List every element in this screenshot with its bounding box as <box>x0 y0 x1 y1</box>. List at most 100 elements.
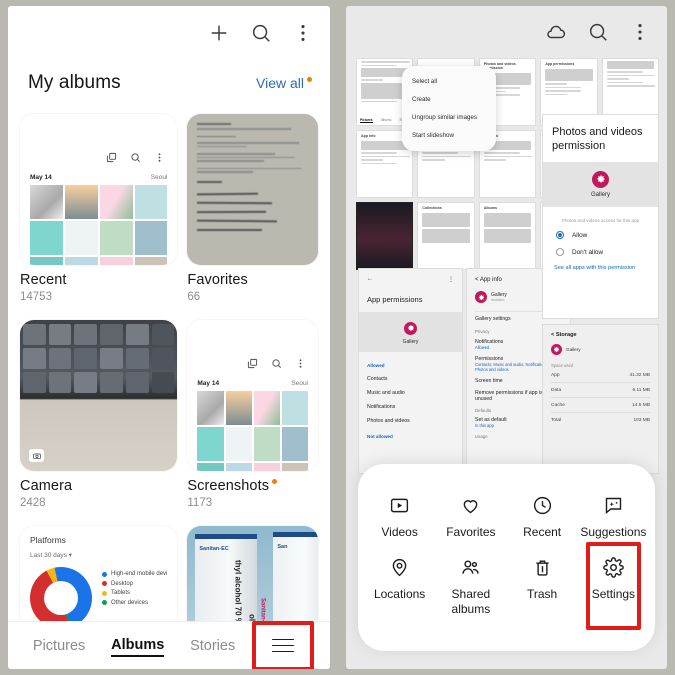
radio-dont-allow-label: Don't allow <box>572 248 604 256</box>
permission-item[interactable]: Contacts <box>367 376 454 382</box>
album-name-text: Screenshots <box>187 478 270 494</box>
more-options-icon[interactable] <box>629 21 651 43</box>
app-info-item[interactable]: Remove permissions if app is unused <box>475 390 548 402</box>
video-icon <box>391 498 409 513</box>
permission-title: Photos and videos permission <box>552 126 643 153</box>
legend-swatch <box>102 590 107 596</box>
permission-option-dont-allow[interactable]: Don't allow <box>552 248 649 257</box>
permission-item[interactable]: Notifications <box>367 404 454 410</box>
thumbnail-photo-grid <box>30 185 168 265</box>
album-card-recent[interactable]: May 14 Seoul Recent 14753 <box>20 114 178 310</box>
storage-row-value: 41.32 MB <box>629 373 650 378</box>
thumbnail-photo-grid <box>197 391 308 471</box>
legend-item: Desktop <box>102 581 167 587</box>
radio-allow[interactable] <box>556 231 564 240</box>
sheet-item-label: Settings <box>591 587 636 602</box>
more-options-icon[interactable] <box>292 22 314 44</box>
camera-badge-icon <box>29 449 44 462</box>
album-thumbnail <box>187 114 318 265</box>
popup-item-ungroup-similar-images[interactable]: Ungroup similar images <box>402 109 496 127</box>
back-arrow-icon[interactable]: ← <box>367 276 373 283</box>
chart-title: Platforms <box>30 535 66 545</box>
tab-albums[interactable]: Albums <box>111 635 165 657</box>
sheet-item-label: Locations <box>373 587 426 602</box>
app-permissions-title: App permissions <box>367 295 423 304</box>
storage-row: Total 103 MB <box>551 413 650 427</box>
permission-app-name: Gallery <box>590 192 610 199</box>
sheet-item-recent[interactable]: Recent <box>507 495 578 539</box>
context-popup-menu: Select all Create Ungroup similar images… <box>402 66 496 152</box>
popup-item-select-all[interactable]: Select all <box>402 73 496 91</box>
permission-item[interactable]: Photos and videos <box>367 418 454 424</box>
gallery-app-icon <box>551 344 562 355</box>
cloud-icon[interactable] <box>545 21 567 43</box>
see-all-apps-link[interactable]: See all apps with this permission <box>552 265 649 271</box>
screenshot-thumbnail[interactable]: Albums <box>478 202 537 270</box>
add-icon[interactable] <box>208 22 230 44</box>
legend-label: Other devices <box>111 599 149 606</box>
album-card-favorites[interactable]: Favorites 66 <box>187 114 318 310</box>
hamburger-menu-button[interactable] <box>252 620 315 669</box>
album-name: Recent <box>20 272 67 288</box>
thumb-photo <box>30 257 63 265</box>
album-card-camera[interactable]: Camera 2428 <box>20 320 178 516</box>
bottom-sheet-row-1: Videos Favorites Recent Suggestions <box>364 495 649 539</box>
top-toolbar <box>8 6 330 60</box>
mini-toolbar <box>247 358 306 369</box>
screenshot-thumbnail[interactable] <box>356 202 414 270</box>
new-badge-dot <box>307 77 312 83</box>
gear-icon <box>603 557 624 579</box>
storage-row: Cache 14.5 MB <box>551 398 650 413</box>
more-options-icon[interactable]: ⋮ <box>448 276 454 283</box>
thumb-photo <box>64 257 98 265</box>
donut-chart <box>30 567 92 629</box>
sheet-item-favorites[interactable]: Favorites <box>435 495 506 539</box>
sheet-item-label: Shared albums <box>451 587 491 616</box>
sheet-item-trash[interactable]: Trash <box>507 557 578 615</box>
storage-row-label: Data <box>551 388 562 393</box>
gallery-app-icon <box>475 291 487 303</box>
permission-option-allow[interactable]: Allow <box>552 231 649 240</box>
legend-item: Other devices <box>102 600 167 606</box>
sheet-item-shared-albums[interactable]: Shared albums <box>435 557 506 616</box>
sheet-item-suggestions[interactable]: Suggestions <box>578 495 649 539</box>
storage-row-value: 103 MB <box>633 418 650 423</box>
permission-item[interactable]: Music and audio <box>367 390 454 396</box>
album-thumbnail: May 14 Seoul <box>20 114 178 265</box>
screenshot-thumbnail[interactable]: Collections <box>417 202 475 270</box>
storage-row-label: App <box>551 373 560 378</box>
storage-row: App 41.32 MB <box>551 368 650 383</box>
tab-stories[interactable]: Stories <box>190 636 235 656</box>
album-card-screenshots[interactable]: May 14 Seoul Screenshots 1173 <box>187 320 318 516</box>
page-title: My albums <box>28 72 121 93</box>
bottom-sheet-row-2: Locations Shared albums Trash Settings <box>364 542 649 630</box>
allowed-label: Allowed <box>367 363 385 368</box>
album-count: 66 <box>187 291 201 303</box>
left-phone-panel: My albums View all May 14 Seoul Recent 1… <box>0 0 338 675</box>
album-name: Favorites <box>187 272 248 288</box>
search-icon[interactable] <box>250 22 272 44</box>
chart-range-selector[interactable]: Last 30 days ▾ <box>30 551 167 559</box>
chart-range-label: Last 30 days <box>30 552 67 559</box>
screenshot-root: My albums View all May 14 Seoul Recent 1… <box>0 0 675 675</box>
radio-dont-allow[interactable] <box>556 248 564 257</box>
popup-item-start-slideshow[interactable]: Start slideshow <box>402 126 496 144</box>
tab-pictures[interactable]: Pictures <box>33 636 85 656</box>
popup-item-create[interactable]: Create <box>402 91 496 109</box>
thumb-photo <box>225 391 252 425</box>
view-all-link[interactable]: View all <box>256 75 312 91</box>
thumb-photo <box>134 221 168 255</box>
thumb-photo <box>197 391 224 425</box>
thumb-date: May 14 <box>197 380 220 387</box>
search-icon[interactable] <box>587 21 609 43</box>
sheet-item-videos[interactable]: Videos <box>364 495 435 539</box>
highlight-box-settings <box>585 542 641 630</box>
sheet-item-settings[interactable]: Settings <box>578 542 649 630</box>
photos-videos-permission-pane: Photos and videos permission Gallery Pho… <box>542 114 659 319</box>
app-info-title: < App info <box>475 276 502 283</box>
thumb-photo <box>253 391 280 425</box>
legend-swatch <box>102 600 107 605</box>
thumb-photo <box>30 221 63 255</box>
sheet-item-locations[interactable]: Locations <box>364 557 435 615</box>
thumb-photo <box>134 257 168 265</box>
